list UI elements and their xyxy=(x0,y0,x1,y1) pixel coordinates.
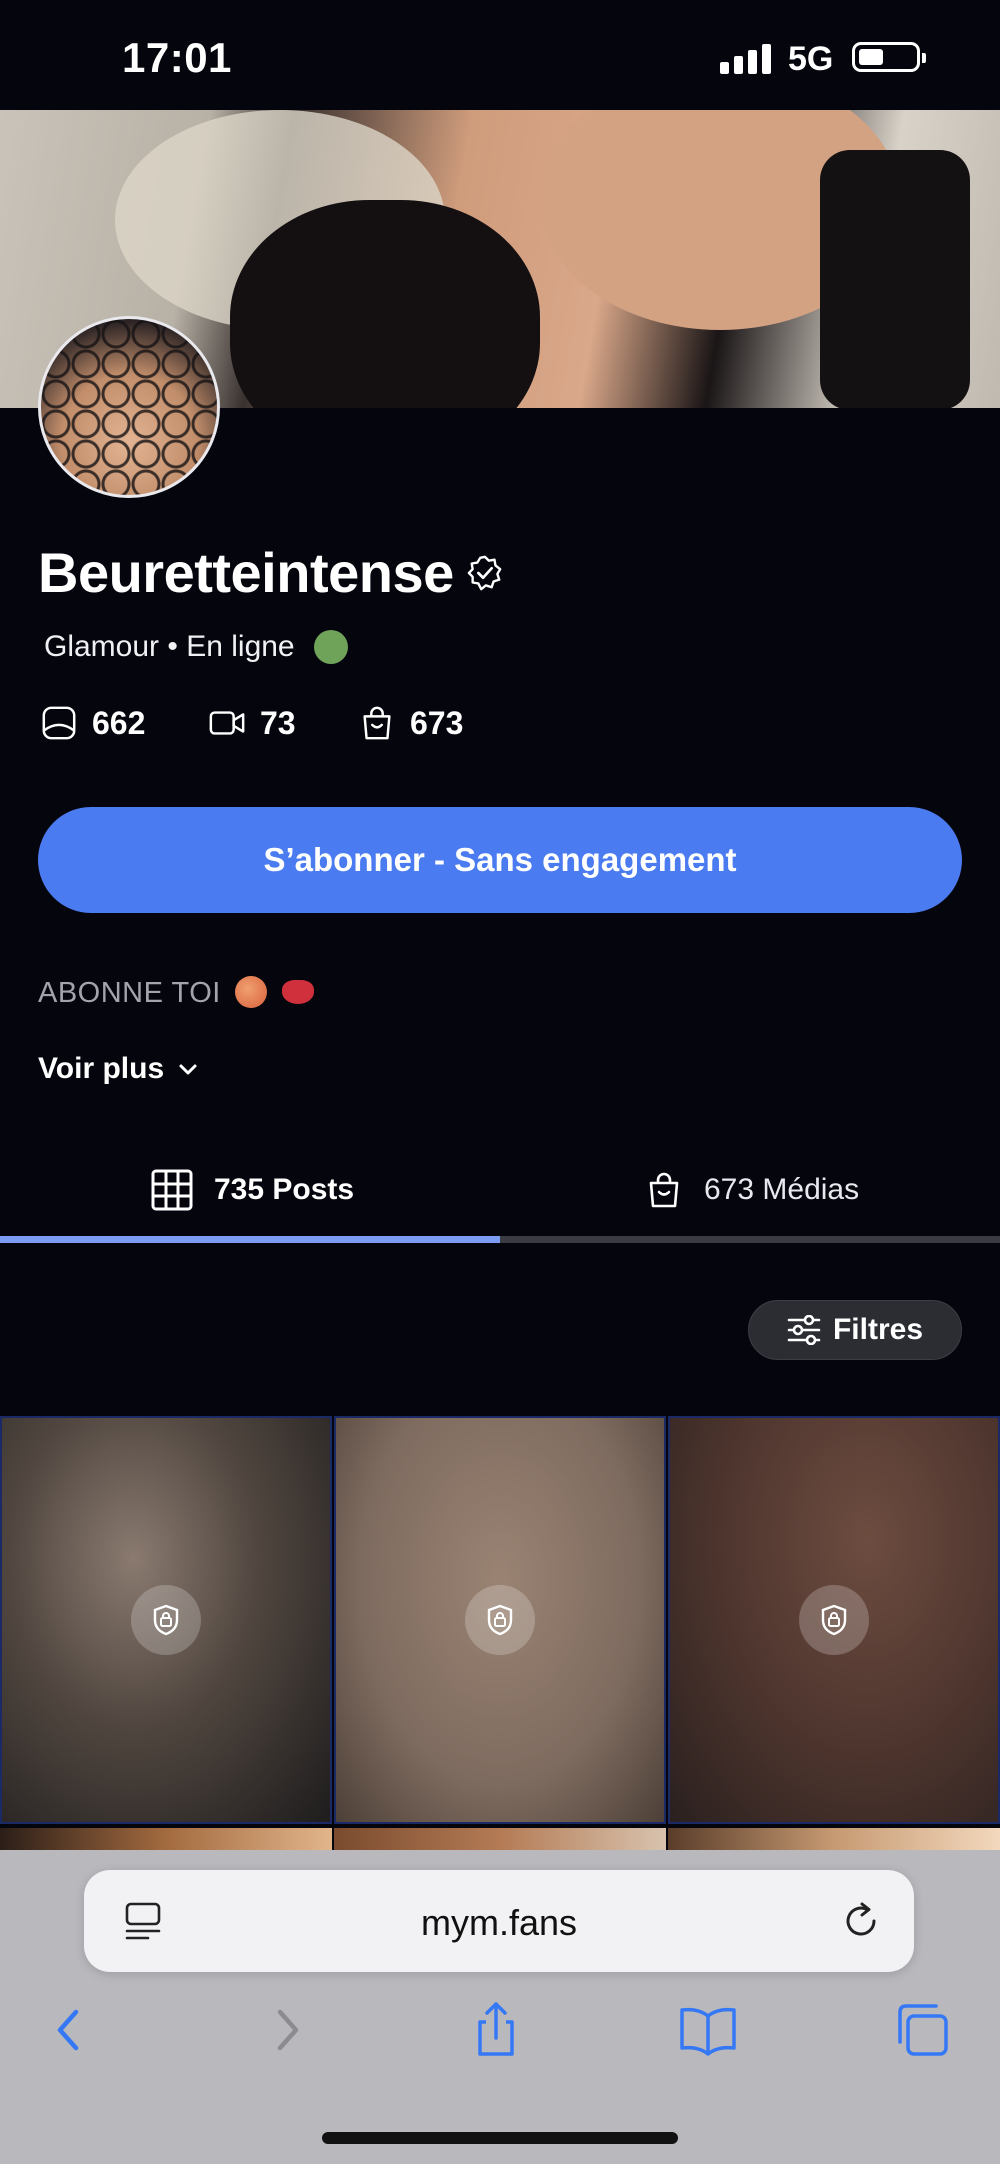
stat-media-count: 673 xyxy=(410,704,464,741)
bag-icon xyxy=(363,706,391,740)
lock-icon xyxy=(799,1585,869,1655)
bookmarks-icon[interactable] xyxy=(678,2000,738,2060)
stat-videos: 73 xyxy=(208,704,296,742)
sliders-icon xyxy=(787,1315,821,1345)
clock: 17:01 xyxy=(122,34,232,81)
share-icon[interactable] xyxy=(466,2000,526,2060)
network-label: 5G xyxy=(788,40,834,78)
back-icon[interactable] xyxy=(40,2000,100,2060)
tab-posts[interactable]: 735 Posts xyxy=(150,1150,354,1230)
tab-posts-label: 735 Posts xyxy=(214,1173,355,1206)
chevron-down-icon xyxy=(179,1064,197,1075)
verified-badge-icon xyxy=(467,555,502,591)
stat-videos-count: 73 xyxy=(260,704,296,741)
lock-icon xyxy=(465,1585,535,1655)
avatar[interactable] xyxy=(38,316,220,498)
home-indicator xyxy=(322,2132,678,2144)
video-icon xyxy=(209,711,245,735)
reload-icon[interactable] xyxy=(840,1900,882,1942)
battery-icon xyxy=(852,42,926,72)
forward-icon[interactable] xyxy=(256,2000,316,2060)
media-tile-locked[interactable] xyxy=(334,1416,666,1824)
filters-label: Filtres xyxy=(832,1313,924,1346)
tab-medias[interactable]: 673 Médias xyxy=(644,1150,859,1230)
filters-button[interactable]: Filtres xyxy=(748,1300,962,1360)
kiss-emoji-icon xyxy=(281,980,314,1004)
tab-medias-label: 673 Médias xyxy=(704,1173,860,1206)
stat-media: 673 xyxy=(358,704,463,742)
address-bar[interactable]: mym.fans xyxy=(84,1870,914,1972)
photo-icon xyxy=(42,706,76,740)
tabs-icon[interactable] xyxy=(892,2000,952,2060)
bag-icon xyxy=(649,1172,679,1208)
profile-meta: Glamour • En ligne xyxy=(44,630,295,663)
lock-icon xyxy=(131,1585,201,1655)
bio-text: ABONNE TOI xyxy=(38,976,314,1010)
subscribe-button[interactable]: S’abonner - Sans engagement xyxy=(38,807,962,913)
bio-label: ABONNE TOI xyxy=(38,977,221,1009)
peach-emoji-icon xyxy=(235,976,268,1008)
stat-photos: 662 xyxy=(40,704,145,742)
tab-active-indicator xyxy=(0,1236,500,1243)
url-text: mym.fans xyxy=(420,1902,578,1943)
profile-name: Beuretteintense xyxy=(38,541,454,604)
stat-photos-count: 662 xyxy=(92,704,146,741)
see-more-label: Voir plus xyxy=(38,1052,165,1085)
media-tile-locked[interactable] xyxy=(668,1416,1000,1824)
online-status-dot xyxy=(314,630,348,664)
media-tile-locked[interactable] xyxy=(0,1416,332,1824)
signal-icon xyxy=(720,44,772,74)
grid-icon xyxy=(151,1169,193,1211)
see-more-link[interactable]: Voir plus xyxy=(38,1052,200,1086)
